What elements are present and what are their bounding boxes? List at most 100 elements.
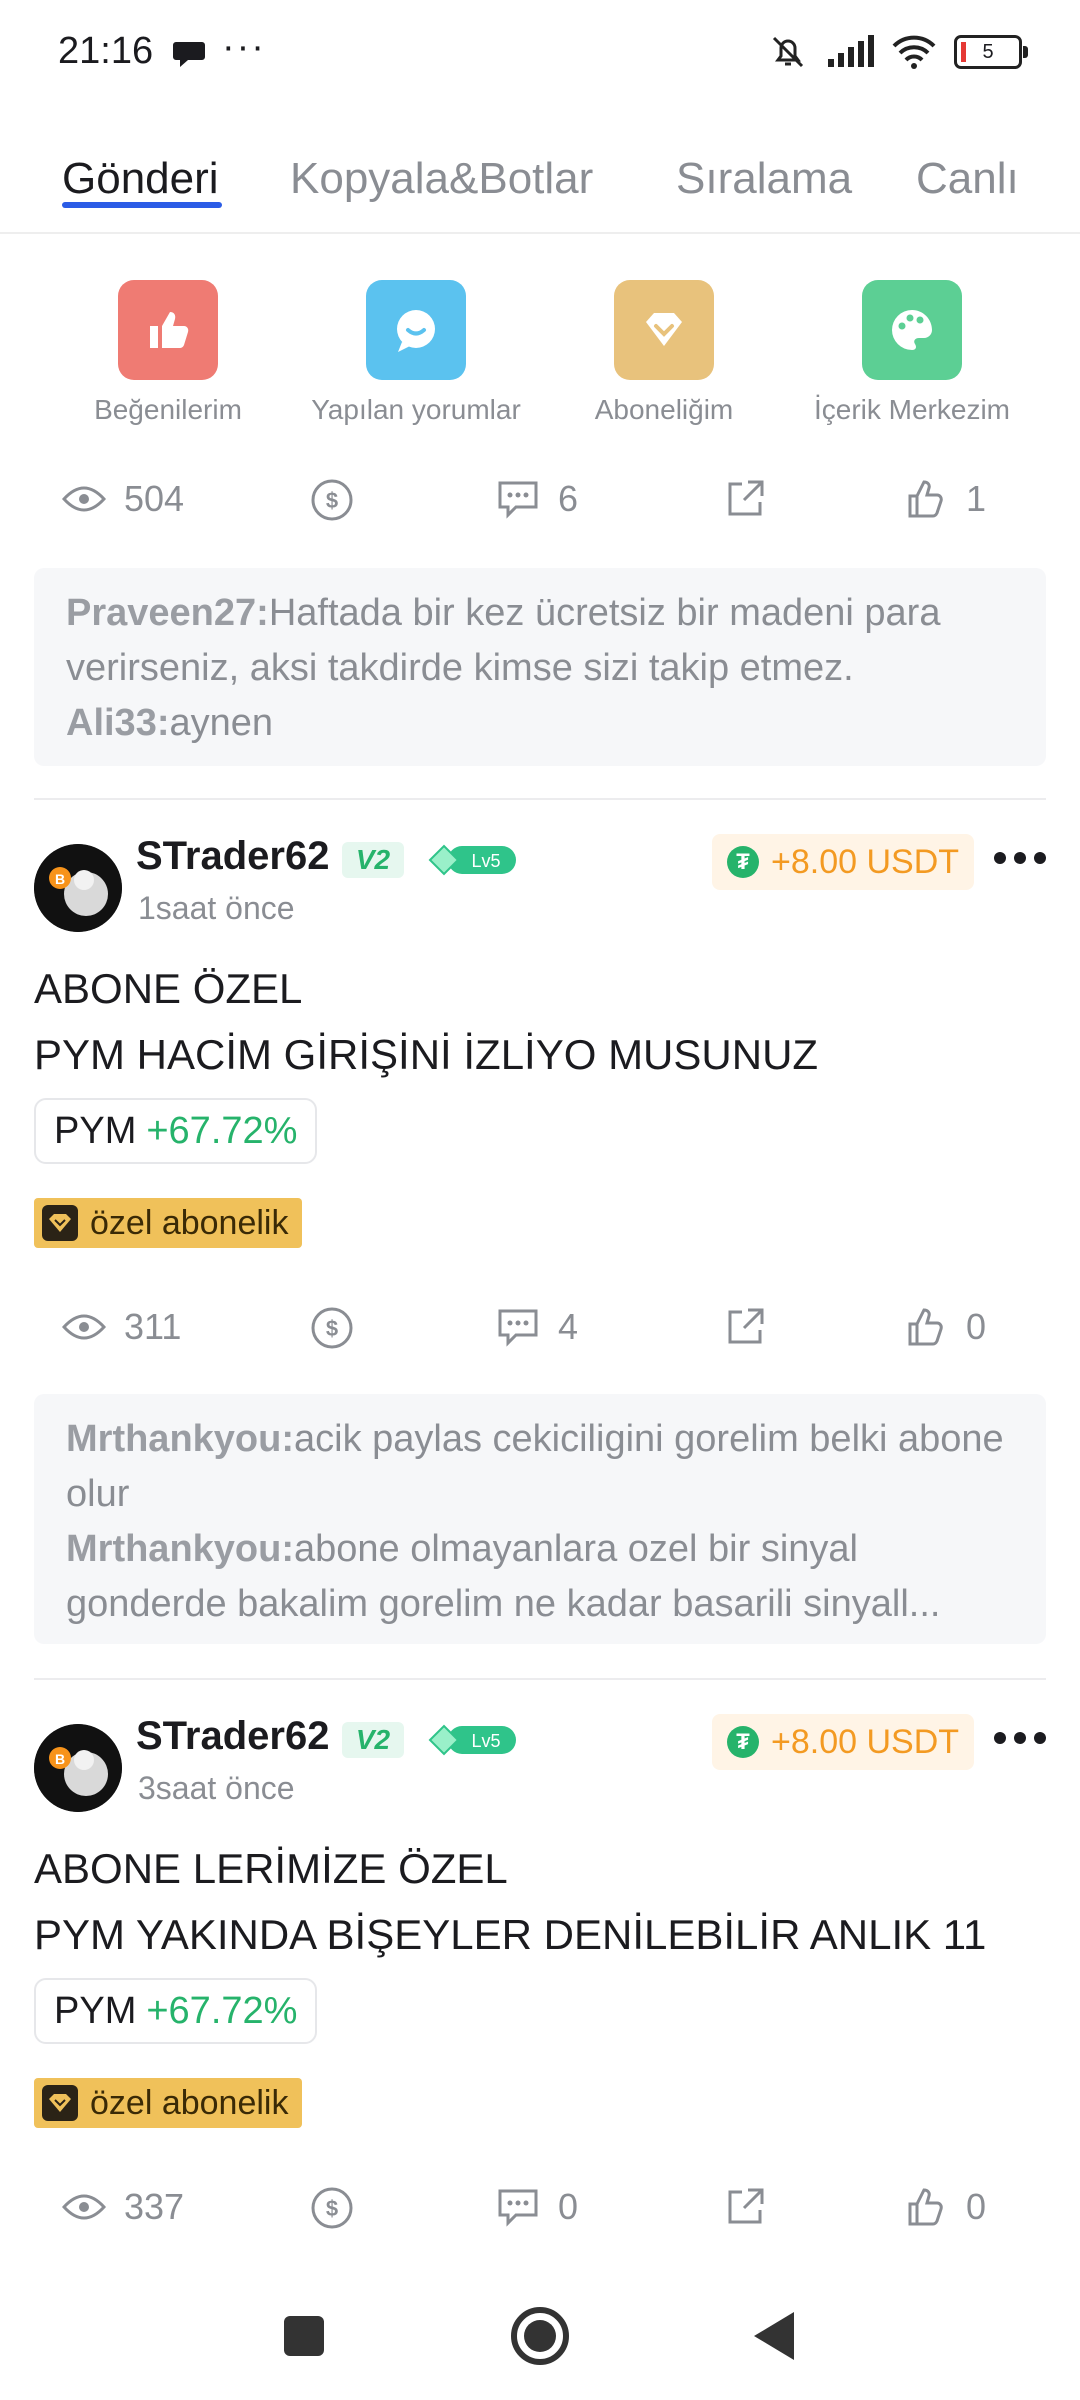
square-recents-icon[interactable] [282,2314,326,2358]
quick-action-subscriptions[interactable]: Aboneliğim [534,280,794,426]
tip-button[interactable]: $ [310,478,354,522]
comment-icon [498,1309,538,1347]
eye-icon [62,1314,106,1340]
active-tab-indicator [62,202,222,208]
views-stat: 504 [62,478,184,520]
views-stat: 311 [62,1306,181,1348]
tab-canli[interactable]: Canlı [916,154,1019,204]
post-time: 3saat önce [138,1770,295,1806]
share-button[interactable] [724,2186,766,2228]
comments-count: 4 [558,1306,579,1347]
comments-button[interactable]: 6 [496,478,578,520]
quick-actions: Beğenilerim Yapılan yorumlar Aboneliğim … [0,280,1080,440]
coin-icon: $ [311,479,353,521]
post-card: B STrader62 V2 Lv5 1saat önce ₮ +8.00 US… [0,834,1080,1654]
thumbs-up-icon [118,280,218,380]
coin-icon: $ [311,2187,353,2229]
svg-text:$: $ [326,1316,338,1341]
eye-icon [62,2194,106,2220]
coin-symbol: PYM [54,1109,137,1152]
diamond-icon [42,1205,78,1241]
chat-bubble-icon [366,280,466,380]
share-icon [728,1308,764,1344]
post-stats-row: 504 $ 6 1 [0,478,1080,538]
comments-button[interactable]: 0 [496,2186,578,2228]
more-options-icon[interactable] [994,852,1046,864]
avatar[interactable]: B [34,844,122,932]
status-time: 21:16 [58,30,154,72]
likes-count: 1 [966,478,987,519]
post-time: 1saat önce [138,890,295,926]
subscription-tag-label: özel abonelik [90,1203,289,1242]
subscription-tag: özel abonelik [34,1198,303,1248]
comment-icon [498,2189,538,2227]
comment-item: Praveen27:Haftada bir kez ücretsiz bir m… [66,586,1014,696]
tip-amount: +8.00 USDT [770,1722,960,1761]
triangle-back-icon[interactable] [752,2310,796,2362]
quick-action-likes[interactable]: Beğenilerim [38,280,298,426]
battery-level: 5 [982,40,994,63]
comment-item: Mrthankyou:acik paylas cekiciligini gore… [66,1412,1014,1522]
coin-chip[interactable]: PYM +67.72% [34,1098,318,1164]
post-text[interactable]: ABONE ÖZEL PYM HACİM GİRİŞİNİ İZLİYO MUSU… [34,956,818,1088]
circle-home-icon[interactable] [510,2306,570,2366]
battery-icon: 5 [954,35,1028,69]
post-divider [34,1678,1046,1680]
post-text-line: ABONE LERİMİZE ÖZEL [34,1845,508,1892]
comments-preview[interactable]: Praveen27:Haftada bir kez ücretsiz bir m… [34,568,1046,766]
thumbs-up-outline-icon [908,1308,943,1346]
diamond-icon [42,2085,78,2121]
message-notification-icon [173,42,205,67]
more-options-icon[interactable] [994,1732,1046,1744]
tab-gonderi[interactable]: Gönderi [62,154,219,204]
status-icons: 5 [768,32,1028,72]
username[interactable]: STrader62 [136,834,329,879]
views-stat: 337 [62,2186,184,2228]
share-button[interactable] [724,478,766,520]
level-label: Lv5 [471,851,500,871]
post-text-line: ABONE ÖZEL [34,965,303,1012]
quick-action-label: Beğenilerim [94,394,242,425]
comment-user: Mrthankyou: [66,1418,294,1460]
quick-action-label: Yapılan yorumlar [311,394,521,425]
tip-button[interactable]: $ [310,2186,354,2230]
comment-user: Ali33: [66,702,170,744]
coin-change: +67.72% [146,1109,298,1152]
coin-chip[interactable]: PYM +67.72% [34,1978,318,2044]
palette-icon [862,280,962,380]
like-button[interactable]: 0 [906,1306,986,1348]
level-badge: Lv5 [428,842,520,878]
quick-action-comments[interactable]: Yapılan yorumlar [286,280,546,426]
views-count: 504 [124,478,185,519]
tip-badge: ₮ +8.00 USDT [712,834,974,890]
tip-amount: +8.00 USDT [770,842,960,881]
tip-button[interactable]: $ [310,1306,354,1350]
views-count: 311 [124,1306,182,1347]
quick-action-label: İçerik Merkezim [813,394,1010,425]
comment-icon [498,481,538,519]
svg-text:$: $ [326,2196,338,2221]
svg-text:$: $ [326,488,338,513]
comment-item: Mrthankyou:abone olmayanlara ozel bir si… [66,1522,1014,1632]
wifi-icon [892,35,936,69]
tab-kopyala-botlar[interactable]: Kopyala&Botlar [290,154,593,204]
like-button[interactable]: 0 [906,2186,986,2228]
avatar[interactable]: B [34,1724,122,1812]
tab-siralama[interactable]: Sıralama [676,154,852,204]
post-text[interactable]: ABONE LERİMİZE ÖZEL PYM YAKINDA BİŞEYLER … [34,1836,986,1968]
username[interactable]: STrader62 [136,1714,329,1759]
usdt-icon: ₮ [726,846,759,878]
views-count: 337 [124,2186,185,2227]
comments-button[interactable]: 4 [496,1306,578,1348]
tip-badge: ₮ +8.00 USDT [712,1714,974,1770]
like-button[interactable]: 1 [906,478,986,520]
level-label: Lv5 [471,1731,500,1751]
quick-action-content-center[interactable]: İçerik Merkezim [782,280,1042,426]
comments-count: 6 [558,478,579,519]
subscription-tag-label: özel abonelik [90,2083,289,2122]
post-text-line: PYM HACİM GİRİŞİNİ İZLİYO MUSUNUZ [34,1031,819,1078]
comments-preview[interactable]: Mrthankyou:acik paylas cekiciligini gore… [34,1394,1046,1644]
likes-count: 0 [966,2186,987,2227]
post-divider [34,798,1046,800]
share-button[interactable] [724,1306,766,1348]
